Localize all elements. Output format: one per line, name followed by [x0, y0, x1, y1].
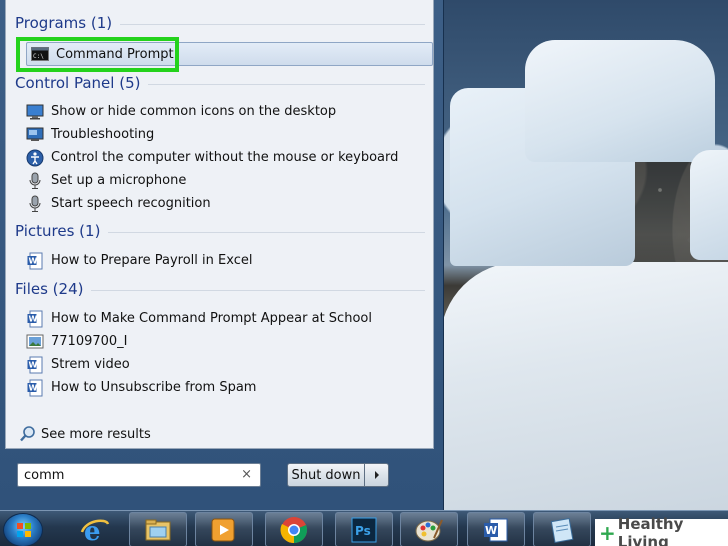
divider	[91, 289, 425, 291]
divider	[108, 231, 425, 233]
group-header-programs[interactable]: Programs (1)	[15, 14, 425, 32]
watermark-text: Healthy Living	[617, 514, 684, 546]
chevron-right-icon	[374, 471, 379, 479]
result-strem-video[interactable]: W Strem video	[26, 354, 426, 375]
result-label: Set up a microphone	[51, 173, 187, 188]
result-label: 77109700_I	[51, 334, 128, 349]
svg-text:W: W	[485, 524, 497, 537]
word-doc-icon: W	[26, 252, 44, 270]
media-player-icon[interactable]	[195, 512, 253, 546]
word-doc-icon: W	[26, 379, 44, 397]
group-header-pictures[interactable]: Pictures (1)	[15, 222, 425, 240]
chrome-icon[interactable]	[265, 512, 323, 546]
word-icon[interactable]: W	[467, 512, 525, 546]
paint-icon[interactable]	[400, 512, 458, 546]
svg-text:W: W	[29, 360, 38, 369]
internet-explorer-icon[interactable]: e	[75, 512, 115, 546]
start-button[interactable]	[3, 513, 43, 546]
divider	[148, 83, 425, 85]
result-show-hide-desktop-icons[interactable]: Show or hide common icons on the desktop	[26, 101, 426, 122]
highlight-box	[16, 37, 179, 72]
wallpaper-ice-block	[690, 150, 728, 260]
result-control-without-mouse[interactable]: Control the computer without the mouse o…	[26, 147, 426, 168]
result-prepare-payroll[interactable]: W How to Prepare Payroll in Excel	[26, 250, 426, 271]
svg-text:W: W	[29, 256, 38, 265]
group-title: Programs (1)	[15, 14, 113, 32]
group-title: Files (24)	[15, 280, 84, 298]
result-label: Troubleshooting	[51, 127, 155, 142]
svg-text:Ps: Ps	[355, 524, 371, 538]
group-header-control-panel[interactable]: Control Panel (5)	[15, 74, 425, 92]
word-doc-icon: W	[26, 310, 44, 328]
result-label: How to Prepare Payroll in Excel	[51, 253, 253, 268]
search-box[interactable]: ×	[17, 463, 261, 487]
image-file-icon	[26, 333, 44, 351]
wallpaper-snow	[440, 262, 728, 510]
desktop-icon	[26, 103, 44, 121]
shut-down-label: Shut down	[291, 467, 361, 483]
clear-search-icon[interactable]: ×	[241, 467, 252, 482]
troubleshoot-icon	[26, 126, 44, 144]
result-image-file[interactable]: 77109700_I	[26, 331, 426, 352]
result-label: Start speech recognition	[51, 196, 211, 211]
watermark: + Healthy Living	[595, 515, 728, 546]
file-explorer-icon[interactable]	[129, 512, 187, 546]
result-label: How to Unsubscribe from Spam	[51, 380, 257, 395]
photoshop-icon[interactable]: Ps	[335, 512, 393, 546]
result-start-speech-recognition[interactable]: Start speech recognition	[26, 193, 426, 214]
plus-icon: +	[599, 520, 616, 545]
svg-text:W: W	[29, 314, 38, 323]
search-input[interactable]	[24, 466, 234, 484]
result-label: Show or hide common icons on the desktop	[51, 104, 337, 119]
group-header-files[interactable]: Files (24)	[15, 280, 425, 298]
windows-logo-icon	[17, 523, 31, 537]
see-more-results-link[interactable]: See more results	[19, 424, 151, 444]
group-title: Pictures (1)	[15, 222, 101, 240]
shut-down-options-button[interactable]	[365, 463, 389, 487]
wallpaper-ice-block	[525, 40, 715, 162]
result-set-up-microphone[interactable]: Set up a microphone	[26, 170, 426, 191]
result-unsubscribe-from-spam[interactable]: W How to Unsubscribe from Spam	[26, 377, 426, 398]
ease-of-access-icon	[26, 149, 44, 167]
start-menu: Programs (1) C:\ Command Prompt Control …	[0, 0, 444, 510]
result-label: Control the computer without the mouse o…	[51, 150, 399, 165]
divider	[120, 23, 425, 25]
notepad-icon[interactable]	[533, 512, 591, 546]
shut-down-button[interactable]: Shut down	[287, 463, 365, 487]
see-more-label: See more results	[41, 426, 151, 442]
microphone-icon	[26, 172, 44, 190]
result-command-prompt-at-school[interactable]: W How to Make Command Prompt Appear at S…	[26, 308, 426, 329]
microphone-icon	[26, 195, 44, 213]
svg-text:W: W	[29, 383, 38, 392]
result-label: How to Make Command Prompt Appear at Sch…	[51, 311, 372, 326]
result-troubleshooting[interactable]: Troubleshooting	[26, 124, 426, 145]
search-icon	[19, 425, 37, 443]
word-doc-icon: W	[26, 356, 44, 374]
result-label: Strem video	[51, 357, 130, 372]
group-title: Control Panel (5)	[15, 74, 141, 92]
